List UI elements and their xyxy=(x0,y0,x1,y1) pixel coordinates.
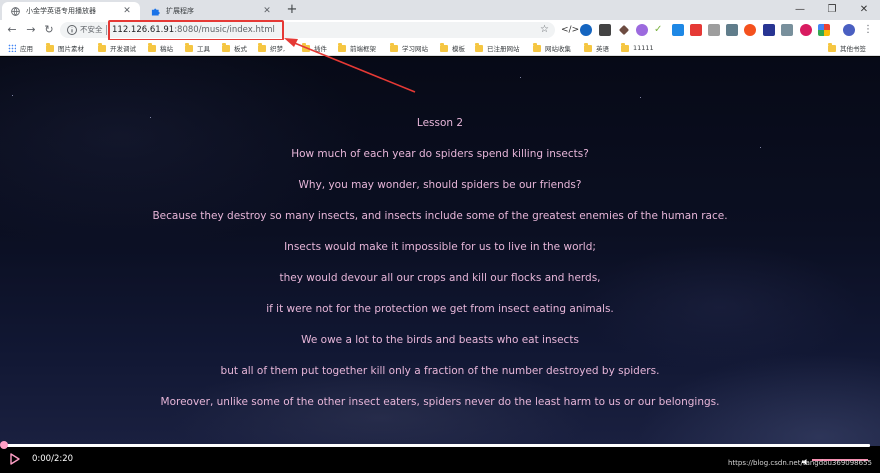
folder-icon xyxy=(440,43,448,52)
star-icon[interactable]: ☆ xyxy=(540,23,549,37)
lyric-line: How much of each year do spiders spend k… xyxy=(291,148,589,160)
progress-bar[interactable] xyxy=(4,444,870,447)
url-highlight-box xyxy=(108,20,284,41)
bookmark-folder[interactable]: 织梦, xyxy=(258,42,285,54)
window-close-button[interactable]: ✕ xyxy=(848,0,880,20)
folder-icon xyxy=(148,43,156,52)
extension-red-icon[interactable] xyxy=(690,24,702,36)
tab-title: 小金学英语专用播放器 xyxy=(26,7,96,15)
lyric-line: they would devour all our crops and kill… xyxy=(279,272,601,284)
reload-button[interactable]: ↻ xyxy=(41,22,57,38)
check-icon[interactable]: ✓ xyxy=(654,24,666,36)
lyric-line: Lesson 2 xyxy=(416,117,464,129)
bookmark-folder[interactable]: 学习网站 xyxy=(390,42,428,54)
star-dot xyxy=(640,97,641,98)
restore-button[interactable]: ❐ xyxy=(816,0,848,20)
lyric-line: Why, you may wonder, should spiders be o… xyxy=(298,179,582,191)
puzzle-icon xyxy=(150,6,160,16)
folder-icon xyxy=(222,43,230,52)
minimize-button[interactable]: — xyxy=(784,0,816,20)
bookmark-apps[interactable]: 应用 xyxy=(8,42,33,54)
info-icon[interactable] xyxy=(66,24,78,36)
time-display: 0:00/2:20 xyxy=(32,454,74,464)
divider xyxy=(106,25,107,35)
bookmark-folder[interactable]: 稿站 xyxy=(148,42,173,54)
bookmark-other[interactable]: 其他书签 xyxy=(828,42,866,54)
extension-purple-icon[interactable] xyxy=(636,24,648,36)
bookmark-folder[interactable]: 网站收集 xyxy=(533,42,571,54)
bookmark-folder[interactable]: 11111 xyxy=(621,42,654,54)
avatar[interactable] xyxy=(843,24,855,36)
security-label: 不安全 xyxy=(80,25,103,34)
folder-icon xyxy=(338,43,346,52)
lyric-line: but all of them put together kill only a… xyxy=(220,365,660,377)
camera-icon[interactable] xyxy=(708,24,720,36)
extension-colorful-icon[interactable] xyxy=(818,24,830,36)
close-icon[interactable]: ✕ xyxy=(262,6,272,16)
extension-globe-icon[interactable] xyxy=(580,24,592,36)
extension-grid-icon[interactable] xyxy=(726,24,738,36)
progress-thumb[interactable] xyxy=(0,441,8,449)
bookmarks-bar: 应用 图片素材 开发调试 稿站 工具 板式 织梦, 插件 前端框架 学习网站 模… xyxy=(0,40,880,56)
bookmark-folder[interactable]: 已注册网站 xyxy=(475,42,520,54)
folder-icon xyxy=(828,43,836,52)
play-icon xyxy=(10,453,20,465)
folder-icon xyxy=(46,43,54,52)
folder-icon xyxy=(533,43,541,52)
extension-ia-icon[interactable] xyxy=(763,24,775,36)
bookmark-folder[interactable]: 开发调试 xyxy=(98,42,136,54)
extension-blue-icon[interactable] xyxy=(672,24,684,36)
folder-icon xyxy=(584,43,592,52)
extension-pink-icon[interactable] xyxy=(800,24,812,36)
lyric-line: Insects would make it impossible for us … xyxy=(284,241,596,253)
folder-icon xyxy=(258,43,266,52)
tab-title: 扩展程序 xyxy=(166,7,194,15)
extension-dark-icon[interactable] xyxy=(599,24,611,36)
folder-icon xyxy=(475,43,483,52)
apps-grid-icon xyxy=(8,44,16,52)
bookmark-folder[interactable]: 插件 xyxy=(302,42,327,54)
globe-icon xyxy=(10,6,20,16)
extension-orange-icon[interactable] xyxy=(744,24,756,36)
extension-doc-icon[interactable] xyxy=(781,24,793,36)
forward-button[interactable]: → xyxy=(23,22,39,38)
star-dot xyxy=(520,77,521,78)
lyric-line: if it were not for the protection we get… xyxy=(266,303,614,315)
play-button[interactable] xyxy=(10,453,20,465)
folder-icon xyxy=(621,43,629,52)
watermark: https://blog.csdn.net/tangdou369098655 xyxy=(727,459,872,467)
folder-icon xyxy=(98,43,106,52)
new-tab-button[interactable]: + xyxy=(284,2,300,18)
folder-icon xyxy=(390,43,398,52)
lyric-line: Moreover, unlike some of the other insec… xyxy=(160,396,720,408)
bookmark-folder[interactable]: 英语 xyxy=(584,42,609,54)
close-icon[interactable]: ✕ xyxy=(122,6,132,16)
bookmark-folder[interactable]: 板式 xyxy=(222,42,247,54)
tab-extensions[interactable]: 扩展程序 ✕ xyxy=(142,2,280,20)
bookmark-folder[interactable]: 模板 xyxy=(440,42,465,54)
bookmark-folder[interactable]: 图片素材 xyxy=(46,42,84,54)
tab-strip: 小金学英语专用播放器 ✕ 扩展程序 ✕ + — ❐ ✕ xyxy=(0,0,880,20)
lyric-line: Because they destroy so many insects, an… xyxy=(152,210,728,222)
tab-player[interactable]: 小金学英语专用播放器 ✕ xyxy=(2,2,140,20)
lyric-line: We owe a lot to the birds and beasts who… xyxy=(301,334,579,346)
code-icon[interactable]: </> xyxy=(561,24,579,36)
star-dot xyxy=(12,95,13,96)
bookmark-folder[interactable]: 前端框架 xyxy=(338,42,376,54)
back-button[interactable]: ← xyxy=(4,22,20,38)
folder-icon xyxy=(185,43,193,52)
menu-icon[interactable]: ⋮ xyxy=(862,24,874,36)
bookmark-folder[interactable]: 工具 xyxy=(185,42,210,54)
folder-icon xyxy=(302,43,310,52)
lyrics-view: Lesson 2 How much of each year do spider… xyxy=(0,57,880,446)
